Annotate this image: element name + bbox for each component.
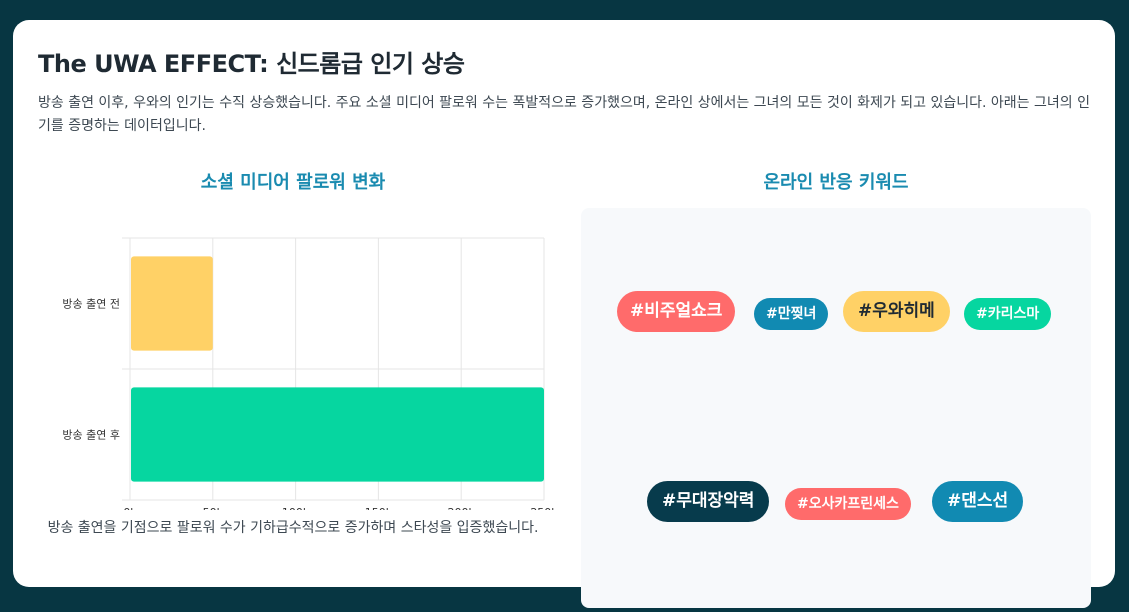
x-tick-label: 200k bbox=[448, 506, 476, 510]
keyword-tag-charisma[interactable]: #카리스마 bbox=[964, 298, 1052, 330]
keyword-tag-osaka-princess[interactable]: #오사카프린세스 bbox=[785, 488, 911, 520]
intro-paragraph: 방송 출연 이후, 우와의 인기는 수직 상승했습니다. 주요 소셜 미디어 팔… bbox=[38, 95, 1090, 134]
keyword-tag-stage-presence[interactable]: #무대장악력 bbox=[647, 481, 770, 522]
x-tick-label: 0k bbox=[123, 506, 137, 510]
y-tick-label: 방송 출연 후 bbox=[62, 429, 120, 442]
x-tick-label: 100k bbox=[282, 506, 310, 510]
keyword-tag-manhwa-girl[interactable]: #만찢녀 bbox=[754, 298, 829, 330]
bar-before bbox=[131, 256, 213, 351]
follower-bar-chart: 방송 출연 전방송 출연 후 0k 50k 100k 150k 200k 250k bbox=[62, 237, 558, 510]
x-tick-label: 150k bbox=[365, 506, 393, 510]
page-title: The UWA EFFECT: 신드롬급 인기 상승 bbox=[38, 50, 465, 78]
keyword-tag-visual-shock[interactable]: #비주얼쇼크 bbox=[617, 291, 736, 332]
chart-caption: 방송 출연을 기점으로 팔로워 수가 기하급수적으로 증가하며 스타성을 입증했… bbox=[47, 520, 539, 536]
x-tick-label: 250k bbox=[530, 506, 558, 510]
keyword-panel: #비주얼쇼크 #만찢녀 #우와히메 #카리스마 #무대장악력 #오사카프린세스 … bbox=[581, 208, 1091, 608]
chart-title: 소셜 미디어 팔로워 변화 bbox=[200, 172, 386, 193]
x-tick-label: 50k bbox=[203, 506, 224, 510]
y-tick-label: 방송 출연 전 bbox=[62, 298, 120, 311]
bar-after bbox=[131, 387, 544, 482]
keyword-tag-dance-line[interactable]: #댄스선 bbox=[932, 481, 1024, 522]
keyword-tag-uwa-hime[interactable]: #우와히메 bbox=[843, 291, 950, 332]
keyword-section-title: 온라인 반응 키워드 bbox=[763, 172, 909, 193]
